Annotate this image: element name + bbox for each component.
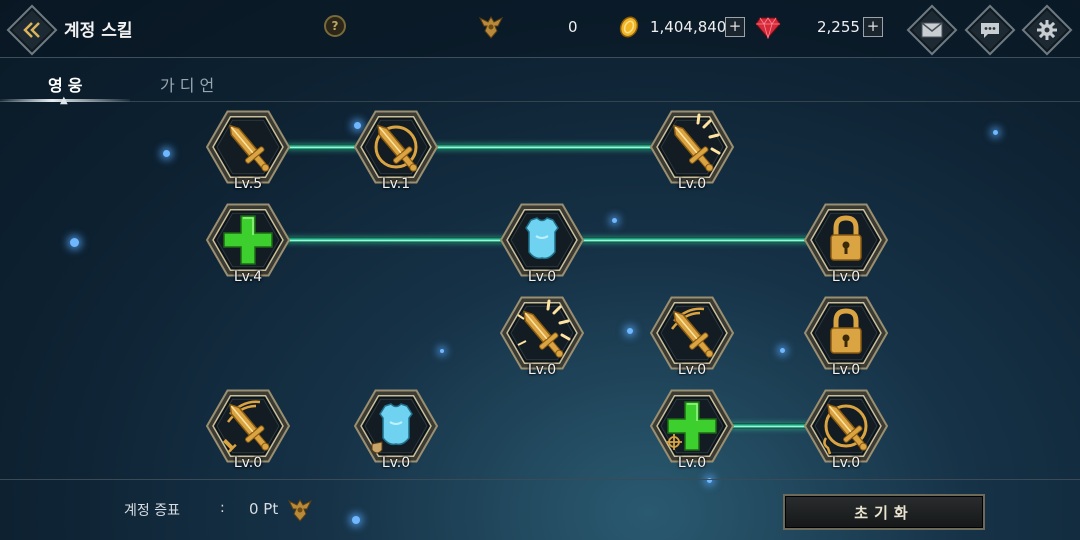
top-bar: 계정 스킬 ? 0 1,404,840 + 2,255 + xyxy=(0,0,1080,58)
skill-level: Lv.0 xyxy=(527,269,557,285)
tab-hero[interactable]: 영웅 xyxy=(48,72,87,96)
skill-node-r3c4[interactable]: Lv.0 xyxy=(650,291,734,378)
background-star xyxy=(627,328,633,334)
skill-level: Lv.0 xyxy=(233,455,263,471)
background-star xyxy=(780,348,785,353)
mail-button[interactable] xyxy=(906,4,958,56)
background-star xyxy=(70,238,79,247)
skill-level: Lv.0 xyxy=(677,362,707,378)
account-token-separator: : xyxy=(220,500,225,516)
skill-link xyxy=(285,144,363,150)
page-title: 계정 스킬 xyxy=(64,21,133,41)
back-button[interactable] xyxy=(6,4,58,56)
tab-guardian[interactable]: 가디언 xyxy=(160,72,219,96)
skill-level: Lv.0 xyxy=(831,269,861,285)
tab-divider xyxy=(0,101,1080,102)
help-button[interactable]: ? xyxy=(324,15,346,37)
skill-node-r1c2[interactable]: Lv.1 xyxy=(354,105,438,192)
account-token-label: 계정 증표 xyxy=(124,503,180,519)
chat-icon xyxy=(974,14,1006,46)
double-chevron-left-icon xyxy=(16,14,48,46)
skill-level: Lv.0 xyxy=(677,455,707,471)
skill-level: Lv.0 xyxy=(677,176,707,192)
skill-node-r3c3[interactable]: Lv.0 xyxy=(500,291,584,378)
skill-node-r2c1[interactable]: Lv.4 xyxy=(206,198,290,285)
chat-button[interactable] xyxy=(964,4,1016,56)
skill-node-r4c5[interactable]: Lv.0 xyxy=(804,384,888,471)
mail-icon xyxy=(916,14,948,46)
add-ruby-button[interactable]: + xyxy=(863,17,883,37)
skill-node-r3c5[interactable]: Lv.0 xyxy=(804,291,888,378)
eagle-emblem-icon xyxy=(287,497,313,527)
account-token-points: 0 Pt xyxy=(249,500,279,518)
skill-level: Lv.0 xyxy=(527,362,557,378)
background-star xyxy=(352,516,360,524)
background-star xyxy=(993,130,998,135)
skill-link xyxy=(579,237,811,243)
skill-level: Lv.1 xyxy=(381,176,411,192)
ruby-gem-icon xyxy=(755,15,781,43)
ruby-amount: 2,255 xyxy=(817,18,860,36)
gold-coin-icon xyxy=(617,15,641,43)
skill-level: Lv.5 xyxy=(233,176,263,192)
add-gold-button[interactable]: + xyxy=(725,17,745,37)
skill-node-r4c1[interactable]: Lv.0 xyxy=(206,384,290,471)
reset-button[interactable]: 초기화 xyxy=(783,494,985,530)
skill-node-r2c5[interactable]: Lv.0 xyxy=(804,198,888,285)
eagle-emblem-icon xyxy=(478,14,504,44)
background-star xyxy=(163,150,170,157)
footer-divider xyxy=(0,479,1080,480)
skill-level: Lv.0 xyxy=(831,362,861,378)
emblem-count: 0 xyxy=(568,18,578,36)
skill-link xyxy=(433,144,658,150)
skill-level: Lv.0 xyxy=(831,455,861,471)
active-tab-caret: ▲ xyxy=(60,95,68,106)
skill-node-r2c3[interactable]: Lv.0 xyxy=(500,198,584,285)
background-star xyxy=(612,218,617,223)
skill-node-r1c4[interactable]: Lv.0 xyxy=(650,105,734,192)
skill-node-r1c1[interactable]: Lv.5 xyxy=(206,105,290,192)
skill-link xyxy=(729,423,811,429)
skill-node-r4c2[interactable]: Lv.0 xyxy=(354,384,438,471)
background-star xyxy=(440,349,444,353)
gold-amount: 1,404,840 xyxy=(650,18,727,36)
settings-button[interactable] xyxy=(1021,4,1073,56)
skill-node-r4c4[interactable]: Lv.0 xyxy=(650,384,734,471)
skill-level: Lv.4 xyxy=(233,269,263,285)
skill-level: Lv.0 xyxy=(381,455,411,471)
skill-link xyxy=(285,237,507,243)
gear-icon xyxy=(1031,14,1063,46)
